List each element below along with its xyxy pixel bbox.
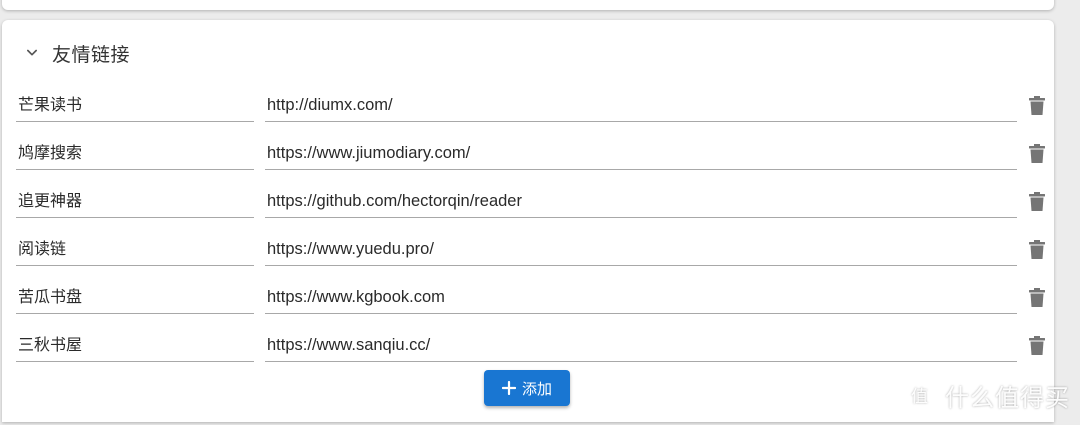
link-row: 苦瓜书盘 https://www.kgbook.com (2, 280, 1054, 328)
link-name-field[interactable]: 三秋书屋 (16, 328, 254, 362)
link-url-value: https://github.com/hectorqin/reader (267, 192, 522, 210)
link-name-value: 苦瓜书盘 (18, 289, 83, 306)
watermark: 值 什么值得买 (903, 378, 1070, 413)
link-url-value: https://www.yuedu.pro/ (267, 240, 434, 258)
delete-icon[interactable] (1028, 240, 1046, 260)
link-url-field[interactable]: https://www.yuedu.pro/ (265, 232, 1017, 266)
section-title: 友情链接 (52, 44, 131, 66)
delete-icon[interactable] (1028, 288, 1046, 308)
section-header[interactable]: 友情链接 (22, 38, 130, 68)
link-row: 三秋书屋 https://www.sanqiu.cc/ (2, 328, 1054, 376)
link-name-field[interactable]: 阅读链 (16, 232, 254, 266)
link-name-value: 追更神器 (18, 193, 83, 210)
link-url-field[interactable]: http://diumx.com/ (265, 88, 1017, 122)
link-name-field[interactable]: 追更神器 (16, 184, 254, 218)
link-name-value: 阅读链 (18, 241, 67, 258)
delete-icon[interactable] (1028, 336, 1046, 356)
link-url-field[interactable]: https://github.com/hectorqin/reader (265, 184, 1017, 218)
link-url-value: https://www.jiumodiary.com/ (267, 144, 471, 162)
link-row: 芒果读书 http://diumx.com/ (2, 88, 1054, 136)
link-url-field[interactable]: https://www.kgbook.com (265, 280, 1017, 314)
link-name-field[interactable]: 鸠摩搜索 (16, 136, 254, 170)
watermark-text: 什么值得买 (945, 385, 1070, 412)
link-row: 阅读链 https://www.yuedu.pro/ (2, 232, 1054, 280)
delete-icon[interactable] (1028, 96, 1046, 116)
link-row: 鸠摩搜索 https://www.jiumodiary.com/ (2, 136, 1054, 184)
chevron-down-icon (27, 49, 38, 56)
link-name-field[interactable]: 苦瓜书盘 (16, 280, 254, 314)
add-link-button[interactable]: 添加 (484, 370, 570, 406)
delete-icon[interactable] (1028, 192, 1046, 212)
link-row: 追更神器 https://github.com/hectorqin/reader (2, 184, 1054, 232)
link-name-field[interactable]: 芒果读书 (16, 88, 254, 122)
link-url-value: https://www.sanqiu.cc/ (267, 336, 431, 354)
friend-links-card: 友情链接 芒果读书 http://diumx.com/ 鸠摩搜索 https:/… (2, 20, 1054, 422)
link-url-value: http://diumx.com/ (267, 96, 393, 114)
smzdm-logo-icon: 值 (903, 379, 937, 412)
link-url-field[interactable]: https://www.sanqiu.cc/ (265, 328, 1017, 362)
previous-card (2, 0, 1054, 10)
link-url-value: https://www.kgbook.com (267, 288, 445, 306)
add-button-label: 添加 (521, 380, 552, 398)
link-name-value: 鸠摩搜索 (18, 145, 83, 162)
link-name-value: 芒果读书 (18, 97, 83, 114)
delete-icon[interactable] (1028, 144, 1046, 164)
svg-text:值: 值 (911, 387, 929, 407)
link-name-value: 三秋书屋 (18, 337, 83, 354)
plus-icon (501, 381, 516, 395)
link-url-field[interactable]: https://www.jiumodiary.com/ (265, 136, 1017, 170)
